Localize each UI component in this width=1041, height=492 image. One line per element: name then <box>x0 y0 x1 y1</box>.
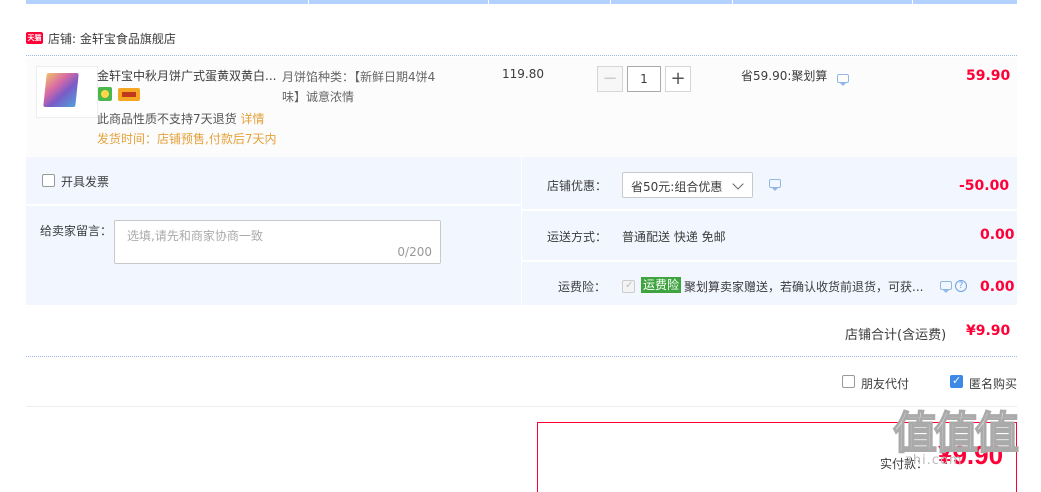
insurance-label: 运费险： <box>558 280 607 294</box>
shipping-label: 运送方式： <box>547 230 608 244</box>
store-name[interactable]: 店铺: 金轩宝食品旗舰店 <box>48 30 176 47</box>
promo-chat-icon[interactable] <box>837 74 849 86</box>
discount-label: 店铺优惠： <box>547 179 608 193</box>
discount-chat-icon[interactable] <box>769 179 781 191</box>
insurance-value: 0.00 <box>980 279 1015 295</box>
store-total-label: 店铺合计(含运费) <box>845 328 947 343</box>
memo-placeholder: 选填,请先和商家协商一致 <box>127 229 263 243</box>
quantity-decrease-button[interactable]: − <box>597 66 623 92</box>
panel-divider <box>521 157 522 305</box>
return-policy-text: 此商品性质不支持7天退货 <box>97 112 237 126</box>
discount-select[interactable]: 省50元:组合优惠 <box>622 172 753 198</box>
divider <box>26 406 1017 407</box>
product-thumbnail[interactable] <box>36 66 98 118</box>
help-icon[interactable]: ? <box>955 280 967 292</box>
row-divider <box>521 209 1017 211</box>
chevron-down-icon <box>732 178 744 190</box>
anonymous-checkbox[interactable] <box>950 374 963 388</box>
shipping-value: 0.00 <box>980 227 1015 243</box>
invoice-checkbox[interactable] <box>42 174 55 187</box>
sku-line: 味】诚意浓情 <box>282 90 355 104</box>
unit-price: 119.80 <box>502 67 544 81</box>
memo-textarea[interactable]: 选填,请先和商家协商一致 0/200 <box>114 220 441 264</box>
insurance-chat-icon[interactable] <box>940 281 952 293</box>
memo-char-count: 0/200 <box>397 245 432 259</box>
product-title[interactable]: 金轩宝中秋月饼广式蛋黄双黄白... <box>97 67 277 84</box>
service-badge-icon[interactable] <box>98 87 112 101</box>
details-link[interactable]: 详情 <box>240 112 264 126</box>
quantity-increase-button[interactable]: + <box>665 66 691 92</box>
row-divider <box>521 260 1017 262</box>
tmall-icon: 天猫 <box>26 32 43 44</box>
watermark-logo: 值值值 <box>892 407 1020 460</box>
credit-card-icon[interactable] <box>118 88 140 101</box>
divider <box>26 356 1017 357</box>
store-total-value: ¥9.90 <box>966 323 1011 339</box>
friend-pay-checkbox[interactable] <box>842 375 855 388</box>
ship-time: 发货时间：店铺预售,付款后7天内 <box>97 132 277 146</box>
invoice-label[interactable]: 开具发票 <box>61 173 109 190</box>
memo-label: 给卖家留言： <box>40 224 113 238</box>
table-header-line <box>26 0 1017 4</box>
return-policy-note: 此商品性质不支持7天退货 详情 <box>97 110 264 127</box>
promo-label: 省59.90:聚划算 <box>741 69 828 83</box>
friend-pay-label[interactable]: 朋友代付 <box>861 375 909 392</box>
mooncake-box-image <box>43 73 79 107</box>
anonymous-label[interactable]: 匿名购买 <box>969 375 1017 392</box>
watermark-domain: zhi.com <box>905 453 963 468</box>
discount-value: -50.00 <box>959 178 1010 194</box>
sku-line: 月饼馅种类：【新鲜日期4饼4 <box>282 70 436 84</box>
insurance-checkbox <box>622 280 635 293</box>
insurance-text: 聚划算卖家赠送，若确认收货前退货，可获... <box>684 280 924 294</box>
shipping-method: 普通配送 快递 免邮 <box>622 230 726 244</box>
sku-info: 月饼馅种类：【新鲜日期4饼4 味】诚意浓情 <box>282 67 452 107</box>
row-divider <box>26 204 521 206</box>
divider <box>26 55 1017 56</box>
quantity-input[interactable]: 1 <box>627 66 661 92</box>
item-subtotal: 59.90 <box>966 68 1011 84</box>
insurance-tag: 运费险 <box>641 277 682 293</box>
discount-selected: 省50元:组合优惠 <box>631 180 723 194</box>
